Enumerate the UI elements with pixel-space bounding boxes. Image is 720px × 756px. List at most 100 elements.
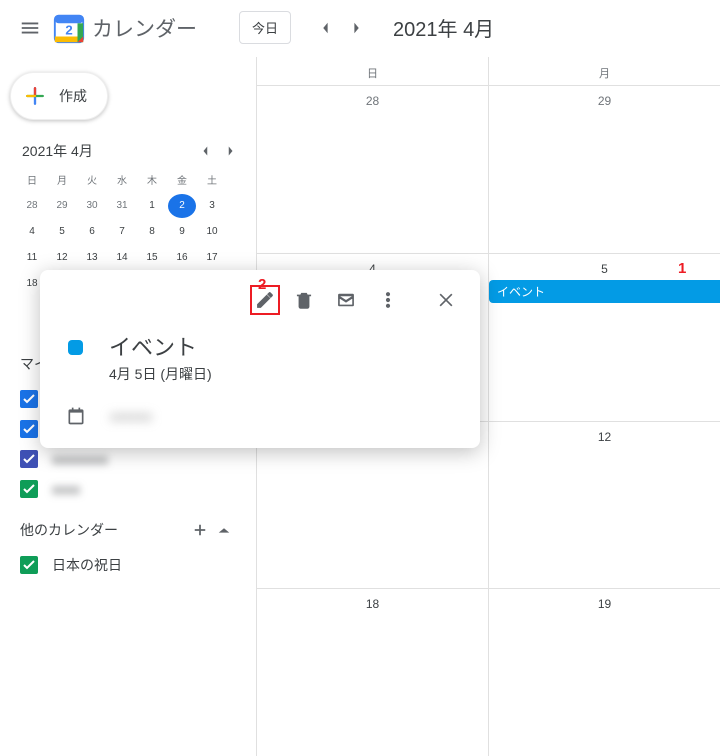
calendar-label: xxxx <box>52 481 80 497</box>
chevron-left-icon <box>201 145 209 157</box>
mini-day[interactable]: 16 <box>168 246 196 270</box>
plus-icon <box>21 82 49 110</box>
mini-day[interactable]: 9 <box>168 220 196 244</box>
calendar-item[interactable]: 日本の祝日 <box>0 550 256 580</box>
checkbox[interactable] <box>20 480 38 498</box>
more-vert-icon <box>378 290 398 310</box>
day-cell[interactable]: 12 <box>488 421 720 589</box>
day-cell[interactable]: 19 <box>488 588 720 756</box>
day-cell[interactable]: 5イベント <box>488 253 720 421</box>
mini-day[interactable]: 2 <box>168 194 196 218</box>
mini-day[interactable]: 17 <box>198 246 226 270</box>
checkbox[interactable] <box>20 420 38 438</box>
mini-dow: 金 <box>168 172 196 192</box>
mini-day[interactable]: 10 <box>198 220 226 244</box>
mini-day[interactable]: 30 <box>78 194 106 218</box>
event-calendar-name: xxxxxx <box>110 408 152 424</box>
chevron-up-icon <box>217 523 231 537</box>
calendar-icon <box>66 406 86 426</box>
check-icon <box>23 484 35 494</box>
mini-day[interactable]: 31 <box>108 194 136 218</box>
create-label: 作成 <box>59 86 87 106</box>
today-button[interactable]: 今日 <box>239 11 291 44</box>
event-chip[interactable]: イベント <box>489 280 720 303</box>
mail-icon <box>336 290 356 310</box>
other-calendars-header[interactable]: 他のカレンダー <box>20 520 188 540</box>
mini-day[interactable]: 14 <box>108 246 136 270</box>
mini-day[interactable]: 29 <box>48 194 76 218</box>
day-number: 18 <box>263 597 482 611</box>
day-number: 19 <box>495 597 714 611</box>
event-color-swatch <box>68 340 83 355</box>
next-period-button[interactable] <box>341 12 373 44</box>
checkbox[interactable] <box>20 390 38 408</box>
mini-day[interactable]: 5 <box>48 220 76 244</box>
delete-event-button[interactable] <box>286 282 322 318</box>
event-title: イベント <box>109 330 212 362</box>
mini-dow: 火 <box>78 172 106 192</box>
day-number: 28 <box>263 94 482 108</box>
mini-cal-title: 2021年 4月 <box>22 141 192 161</box>
calendar-label: 日本の祝日 <box>52 555 122 575</box>
chevron-right-icon <box>352 21 362 35</box>
create-button[interactable]: 作成 <box>10 72 108 120</box>
mini-day[interactable]: 13 <box>78 246 106 270</box>
mini-dow: 日 <box>18 172 46 192</box>
mini-day[interactable]: 3 <box>198 194 226 218</box>
calendar-item[interactable]: xxxx <box>0 474 256 504</box>
day-cell[interactable]: 29 <box>488 85 720 253</box>
chevron-right-icon <box>227 145 235 157</box>
mini-day[interactable]: 7 <box>108 220 136 244</box>
trash-icon <box>294 290 314 310</box>
event-date: 4月 5日 (月曜日) <box>109 364 212 384</box>
day-number: 29 <box>495 94 714 108</box>
mini-day[interactable]: 8 <box>138 220 166 244</box>
calendar-logo-icon: 2 <box>52 11 86 45</box>
pencil-icon <box>255 290 275 310</box>
mini-dow: 土 <box>198 172 226 192</box>
mini-day[interactable]: 28 <box>18 194 46 218</box>
mini-day[interactable]: 12 <box>48 246 76 270</box>
event-popup: イベント 4月 5日 (月曜日) xxxxxx <box>40 270 480 448</box>
annotation-1: 1 <box>678 260 686 277</box>
check-icon <box>23 560 35 570</box>
mini-dow: 月 <box>48 172 76 192</box>
checkbox[interactable] <box>20 450 38 468</box>
current-period: 2021年 4月 <box>393 13 494 42</box>
close-popup-button[interactable] <box>428 282 464 318</box>
event-options-button[interactable] <box>370 282 406 318</box>
check-icon <box>23 454 35 464</box>
add-other-cal-button[interactable] <box>188 518 212 542</box>
chevron-left-icon <box>320 21 330 35</box>
grid-dow-header: 月 <box>488 57 720 85</box>
day-cell[interactable]: 28 <box>256 85 488 253</box>
plus-icon <box>193 523 207 537</box>
grid-dow-header: 日 <box>256 57 488 85</box>
collapse-other-cal-button[interactable] <box>212 518 236 542</box>
check-icon <box>23 394 35 404</box>
app-title: カレンダー <box>92 13 197 43</box>
day-cell[interactable]: 18 <box>256 588 488 756</box>
checkbox[interactable] <box>20 556 38 574</box>
app-logo: 2 カレンダー <box>52 11 197 45</box>
menu-button[interactable] <box>10 8 50 48</box>
mini-day[interactable]: 6 <box>78 220 106 244</box>
mini-day[interactable]: 4 <box>18 220 46 244</box>
mini-next-button[interactable] <box>218 138 244 164</box>
mini-prev-button[interactable] <box>192 138 218 164</box>
svg-text:2: 2 <box>65 22 72 37</box>
hamburger-icon <box>19 17 41 39</box>
mini-day[interactable]: 15 <box>138 246 166 270</box>
email-event-button[interactable] <box>328 282 364 318</box>
annotation-2: 2 <box>258 276 266 293</box>
calendar-item[interactable]: xxxxxxxx <box>0 444 256 474</box>
day-number: 12 <box>495 430 714 444</box>
mini-day[interactable]: 1 <box>138 194 166 218</box>
mini-day[interactable]: 11 <box>18 246 46 270</box>
check-icon <box>23 424 35 434</box>
prev-period-button[interactable] <box>309 12 341 44</box>
calendar-label: xxxxxxxx <box>52 451 108 467</box>
mini-dow: 木 <box>138 172 166 192</box>
mini-dow: 水 <box>108 172 136 192</box>
close-icon <box>436 290 456 310</box>
